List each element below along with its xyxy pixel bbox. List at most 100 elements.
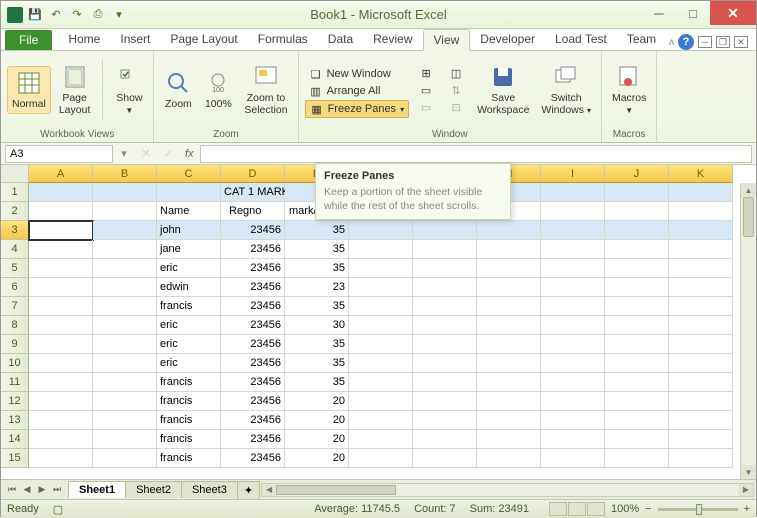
cell[interactable]: 23456 [221,316,285,335]
macro-record-icon[interactable]: ▢ [53,503,63,516]
redo-icon[interactable]: ↷ [68,6,86,24]
cell[interactable] [413,316,477,335]
close-button[interactable]: ✕ [710,1,756,25]
cell[interactable] [669,411,733,430]
cell[interactable]: 20 [285,392,349,411]
cell[interactable]: Name [157,202,221,221]
cell[interactable] [477,316,541,335]
cell[interactable] [605,259,669,278]
cell[interactable]: 35 [285,373,349,392]
row-header-13[interactable]: 13 [1,411,29,430]
cell[interactable] [477,392,541,411]
cell[interactable] [413,430,477,449]
cell[interactable] [93,221,157,240]
row-header-7[interactable]: 7 [1,297,29,316]
normal-view-btn[interactable] [549,502,567,516]
cell[interactable] [349,335,413,354]
cell[interactable] [669,278,733,297]
cell[interactable] [349,259,413,278]
new-sheet-button[interactable]: ✦ [237,481,260,499]
cell[interactable] [349,430,413,449]
cell[interactable] [669,183,733,202]
cell[interactable]: 23456 [221,430,285,449]
formula-input[interactable] [200,145,752,163]
cell[interactable] [93,316,157,335]
show-dropdown[interactable]: Show▼ [111,61,147,118]
name-box[interactable] [5,145,113,163]
row-header-9[interactable]: 9 [1,335,29,354]
cell[interactable]: CAT 1 MARKS [221,183,285,202]
row-header-12[interactable]: 12 [1,392,29,411]
page-break-view-btn[interactable] [587,502,605,516]
cell[interactable]: 30 [285,316,349,335]
cell[interactable] [477,449,541,468]
cell[interactable]: Regno [221,202,285,221]
row-header-5[interactable]: 5 [1,259,29,278]
tab-page-layout[interactable]: Page Layout [160,29,247,50]
cell[interactable]: 35 [285,259,349,278]
cell[interactable] [669,373,733,392]
cell[interactable] [541,183,605,202]
cell[interactable] [477,259,541,278]
cell[interactable] [413,278,477,297]
cell[interactable] [605,240,669,259]
zoom-knob[interactable] [696,504,702,515]
cell[interactable] [541,221,605,240]
unhide-button[interactable]: ▭ [415,99,437,115]
col-header-C[interactable]: C [157,165,221,183]
row-header-10[interactable]: 10 [1,354,29,373]
cell[interactable]: 35 [285,297,349,316]
cell[interactable] [477,354,541,373]
cell[interactable] [541,392,605,411]
cell[interactable]: 23456 [221,259,285,278]
cell[interactable]: 23456 [221,335,285,354]
cell[interactable] [93,449,157,468]
row-header-6[interactable]: 6 [1,278,29,297]
cell[interactable] [29,240,93,259]
cell[interactable] [29,278,93,297]
cell[interactable] [29,335,93,354]
cell[interactable] [349,411,413,430]
horizontal-scrollbar[interactable]: ◀ ▶ [261,483,754,497]
cell[interactable] [413,392,477,411]
cell[interactable] [93,392,157,411]
sheet-tab-sheet1[interactable]: Sheet1 [68,481,126,498]
cell[interactable] [541,240,605,259]
ribbon-caret-icon[interactable]: ʌ [669,37,674,48]
tab-team[interactable]: Team [617,29,666,50]
cell[interactable]: eric [157,335,221,354]
arrange-all-button[interactable]: ▥Arrange All [305,83,410,99]
cell[interactable] [605,335,669,354]
cell[interactable] [541,430,605,449]
cell[interactable] [605,430,669,449]
row-header-3[interactable]: 3 [1,221,29,240]
cell[interactable] [93,373,157,392]
cell[interactable]: 23456 [221,278,285,297]
cell[interactable] [605,392,669,411]
cell[interactable] [413,449,477,468]
macros-dropdown[interactable]: Macros▼ [608,61,650,118]
cell[interactable]: francis [157,392,221,411]
cell[interactable]: 20 [285,430,349,449]
hscroll-thumb[interactable] [276,485,396,495]
maximize-button[interactable]: □ [676,1,710,25]
enter-formula-icon[interactable]: ✓ [157,147,179,160]
cell[interactable] [29,183,93,202]
cell[interactable] [29,316,93,335]
sync-scroll-button[interactable]: ⇅ [445,82,467,98]
cell[interactable] [349,240,413,259]
switch-windows-dropdown[interactable]: Switch Windows ▾ [537,61,595,118]
select-all-corner[interactable] [1,165,29,183]
cell[interactable] [541,316,605,335]
tab-review[interactable]: Review [363,29,422,50]
cell[interactable]: jane [157,240,221,259]
cell[interactable] [29,259,93,278]
sheet-tab-sheet2[interactable]: Sheet2 [125,481,182,498]
cell[interactable] [349,354,413,373]
cell[interactable] [93,183,157,202]
cell[interactable] [349,278,413,297]
cell[interactable] [349,373,413,392]
cell[interactable] [413,297,477,316]
doc-restore-button[interactable]: ❐ [716,36,730,48]
cell[interactable] [541,373,605,392]
